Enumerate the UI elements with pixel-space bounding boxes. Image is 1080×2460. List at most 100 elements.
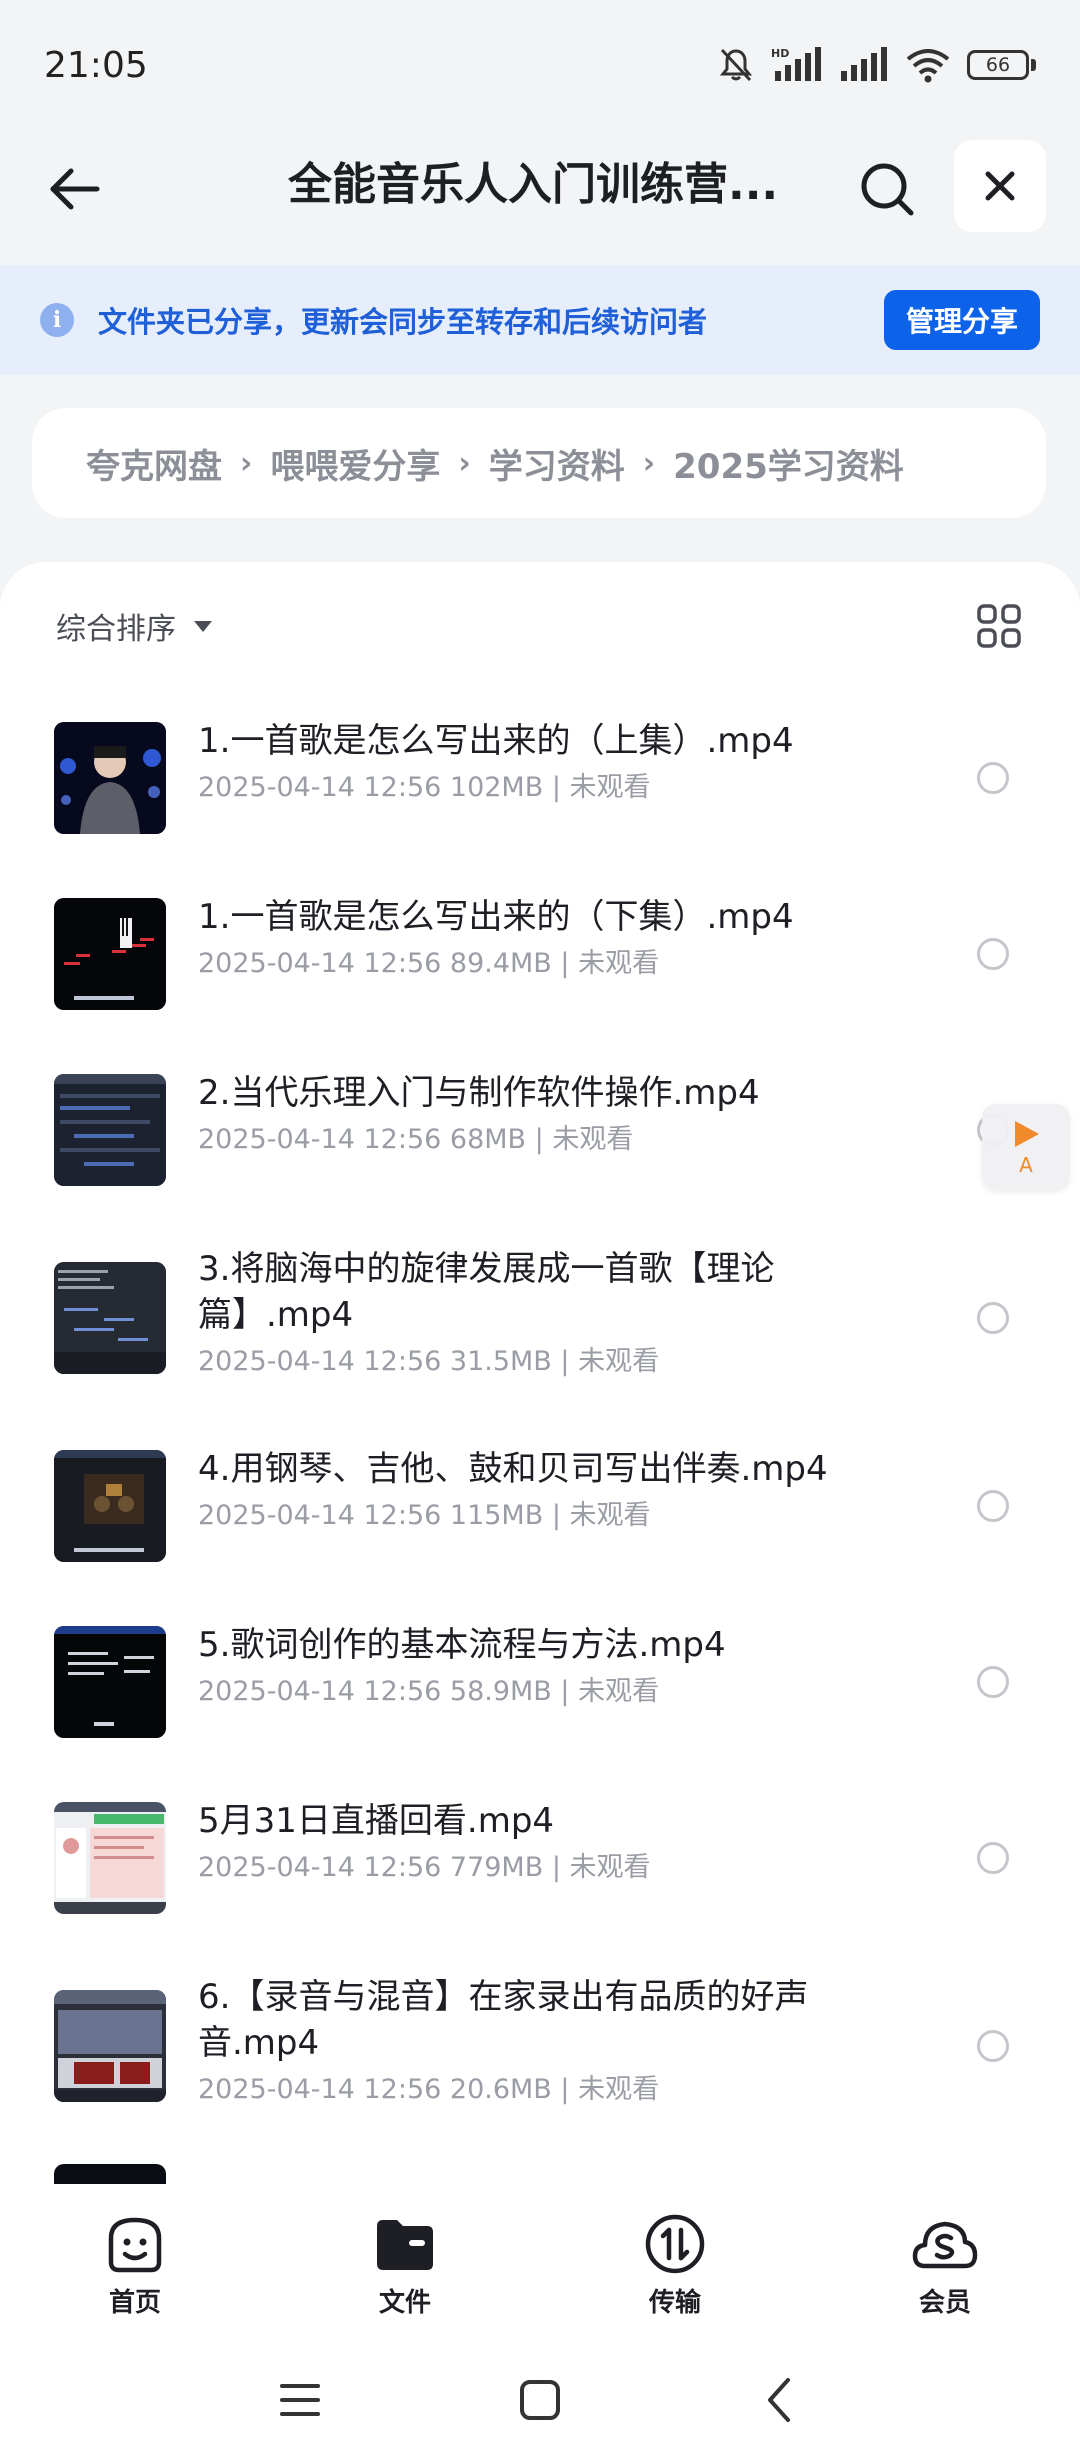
view-toggle-button[interactable] [974,601,1024,651]
status-bar: 21:05 HD 66 [0,0,1080,130]
file-row[interactable]: 1.一首歌是怎么写出来的（下集）.mp4 2025-04-14 12:56 89… [0,866,1080,1042]
share-banner: i 文件夹已分享，更新会同步至转存和后续访问者 管理分享 [0,265,1080,375]
file-row[interactable]: 3.将脑海中的旋律发展成一首歌【理论篇】.mp4 2025-04-14 12:5… [0,1218,1080,1418]
breadcrumb-item-materials[interactable]: 学习资料 [489,439,625,488]
home-smile-icon [108,2217,162,2273]
bottom-nav: 首页 文件 传输 会员 [0,2190,1080,2340]
transfer-icon [645,2214,705,2274]
video-thumbnail [54,1074,166,1186]
search-button[interactable] [852,154,922,224]
play-icon [1015,1121,1039,1147]
select-radio[interactable] [977,1302,1009,1334]
close-icon [985,171,1015,201]
video-thumbnail [54,1626,166,1738]
folder-icon [377,2220,433,2270]
breadcrumb-item-share[interactable]: 喂喂爱分享 [270,439,440,488]
file-row[interactable]: 1.一首歌是怎么写出来的（上集）.mp4 2025-04-14 12:56 10… [0,690,1080,866]
file-name: 6.【录音与混音】在家录出有品质的好声音.mp4 [198,1977,809,2063]
file-name: 1.一首歌是怎么写出来的（下集）.mp4 [198,897,794,937]
battery-level: 66 [967,50,1029,80]
nav-item-home[interactable]: 首页 [0,2190,270,2340]
grid-view-icon [977,604,1021,648]
back-button[interactable] [40,154,110,224]
file-meta: 2025-04-14 12:56 58.9MB | 未观看 [198,1676,660,1707]
video-thumbnail [54,1802,166,1914]
menu-icon [280,2384,320,2416]
search-icon [861,163,914,216]
breadcrumb-item-current: 2025学习资料 [673,446,904,487]
home-square-icon [520,2380,560,2420]
file-name: 1.一首歌是怎么写出来的（上集）.mp4 [198,721,794,761]
file-row[interactable]: 5月31日直播回看.mp4 2025-04-14 12:56 779MB | 未… [0,1770,1080,1946]
signal-icon [841,47,887,81]
file-info: 2.当代乐理入门与制作软件操作.mp4 2025-04-14 12:56 68M… [198,1070,898,1160]
video-thumbnail [54,1990,166,2102]
select-radio[interactable] [977,1666,1009,1698]
status-time: 21:05 [44,44,148,86]
battery-icon: 66 [967,50,1036,80]
file-info: 1.一首歌是怎么写出来的（上集）.mp4 2025-04-14 12:56 10… [198,718,898,808]
file-name: 5月31日直播回看.mp4 [198,1801,555,1841]
breadcrumb-separator: › [642,445,656,481]
file-panel: 综合排序 1.一首歌是怎么写出来的（上集）.mp4 2025-04-14 12:… [0,562,1080,2190]
file-name: 3.将脑海中的旋律发展成一首歌【理论篇】.mp4 [198,1249,775,1335]
file-name: 5.歌词创作的基本流程与方法.mp4 [198,1625,726,1665]
file-meta: 2025-04-14 12:56 779MB | 未观看 [198,1852,651,1883]
page-title: 全能音乐人入门训练营... [288,159,779,210]
sort-dropdown[interactable]: 综合排序 [56,604,176,648]
file-meta: 2025-04-14 12:56 102MB | 未观看 [198,772,651,803]
breadcrumb-item-root[interactable]: 夸克网盘 [86,439,222,488]
file-row[interactable]: 2.当代乐理入门与制作软件操作.mp4 2025-04-14 12:56 68M… [0,1042,1080,1218]
wifi-icon [906,49,950,83]
nav-item-vip[interactable]: 会员 [810,2190,1080,2340]
nav-label-transfer: 传输 [648,2288,701,2318]
file-info: 5.歌词创作的基本流程与方法.mp4 2025-04-14 12:56 58.9… [198,1622,898,1712]
select-radio[interactable] [977,1842,1009,1874]
file-info: 5月31日直播回看.mp4 2025-04-14 12:56 779MB | 未… [198,1798,898,1888]
video-thumbnail [54,722,166,834]
video-thumbnail [54,1450,166,1562]
select-radio[interactable] [977,2030,1009,2062]
system-nav-bar [0,2340,1080,2460]
video-thumbnail [54,2164,166,2184]
file-meta: 2025-04-14 12:56 89.4MB | 未观看 [198,948,660,979]
file-meta: 2025-04-14 12:56 115MB | 未观看 [198,1500,651,1531]
file-meta: 2025-04-14 12:56 31.5MB | 未观看 [198,1346,660,1377]
share-notice-text: 文件夹已分享，更新会同步至转存和后续访问者 [98,305,708,339]
file-info: 3.将脑海中的旋律发展成一首歌【理论篇】.mp4 2025-04-14 12:5… [198,1246,898,1382]
breadcrumb-separator: › [458,445,471,481]
back-chevron-icon [768,2378,790,2422]
status-icons: HD 66 [717,45,1036,85]
file-name: 4.用钢琴、吉他、鼓和贝司写出伴奏.mp4 [198,1449,828,1489]
nav-item-transfer[interactable]: 传输 [540,2190,810,2340]
file-name: 2.当代乐理入门与制作软件操作.mp4 [198,1073,760,1113]
nav-label-files: 文件 [378,2288,431,2318]
video-thumbnail [54,898,166,1010]
select-radio[interactable] [977,762,1009,794]
home-button[interactable] [510,2370,570,2430]
breadcrumb-separator: › [240,445,253,481]
nav-item-files[interactable]: 文件 [270,2190,540,2340]
mute-icon [719,48,753,82]
file-info: 1.一首歌是怎么写出来的（下集）.mp4 2025-04-14 12:56 89… [198,894,898,984]
breadcrumb: 夸克网盘 › 喂喂爱分享 › 学习资料 › 2025学习资料 [32,408,1046,518]
caret-down-icon[interactable] [194,620,212,632]
system-back-button[interactable] [750,2370,810,2430]
recent-apps-button[interactable] [270,2370,330,2430]
floating-play-button[interactable]: A [982,1104,1070,1190]
manage-share-button[interactable]: 管理分享 [884,290,1040,350]
file-row[interactable]: 4.用钢琴、吉他、鼓和贝司写出伴奏.mp4 2025-04-14 12:56 1… [0,1418,1080,1594]
file-row[interactable]: 5.歌词创作的基本流程与方法.mp4 2025-04-14 12:56 58.9… [0,1594,1080,1770]
info-icon: i [40,303,74,337]
file-row[interactable]: 6.【录音与混音】在家录出有品质的好声音.mp4 2025-04-14 12:5… [0,1946,1080,2146]
close-button[interactable] [954,140,1046,232]
header: 全能音乐人入门训练营... [0,130,1080,265]
floating-play-label: A [1019,1153,1033,1177]
nav-label-home: 首页 [108,2288,161,2318]
network-label: HD [771,47,789,60]
select-radio[interactable] [977,1490,1009,1522]
video-thumbnail [54,1262,166,1374]
select-radio[interactable] [977,938,1009,970]
file-info: 4.用钢琴、吉他、鼓和贝司写出伴奏.mp4 2025-04-14 12:56 1… [198,1446,898,1536]
sort-toolbar: 综合排序 [0,562,1080,690]
